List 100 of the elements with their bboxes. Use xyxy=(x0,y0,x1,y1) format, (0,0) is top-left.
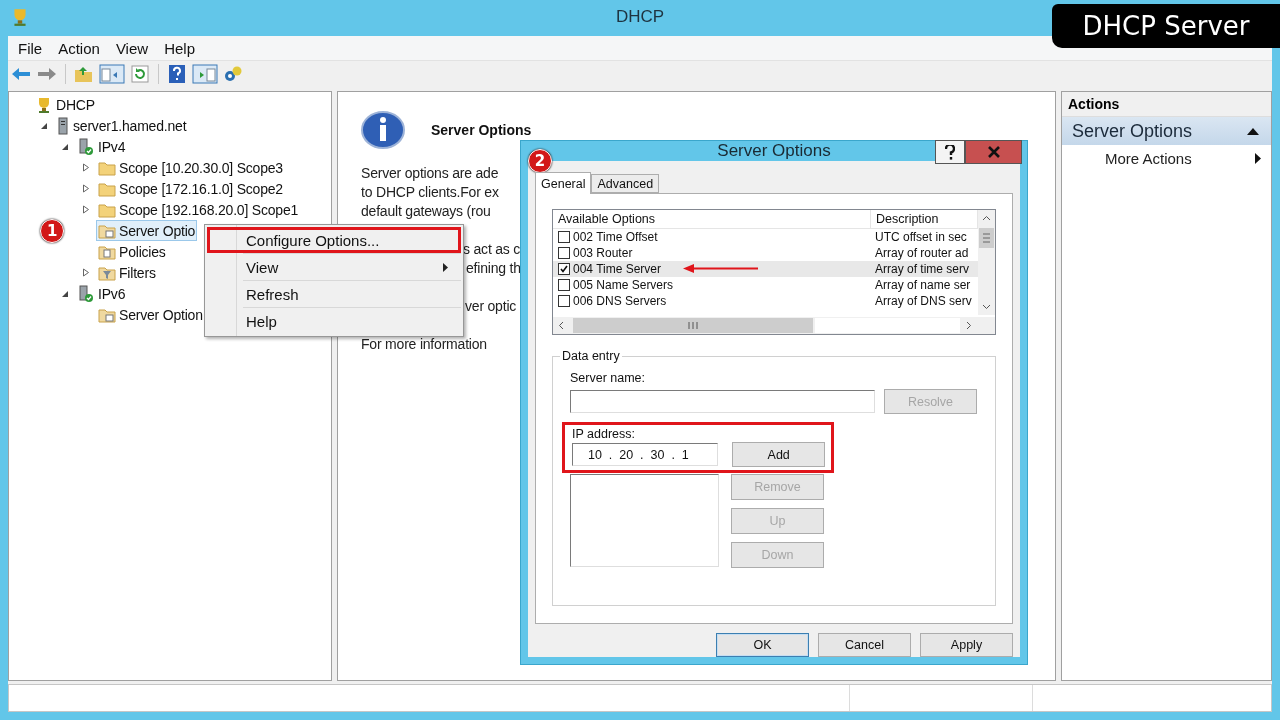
server-name-field[interactable] xyxy=(570,390,875,413)
list-row[interactable]: 002 Time Offset UTC offset in sec xyxy=(553,229,978,245)
option-description: Array of time serv xyxy=(875,262,970,276)
filter-folder-icon xyxy=(98,264,116,281)
refresh-icon[interactable] xyxy=(129,64,151,84)
dialog-button[interactable]: OK xyxy=(716,633,809,657)
actions-header: Actions xyxy=(1062,92,1271,117)
menu-item[interactable]: Action xyxy=(52,37,106,59)
options-folder-icon xyxy=(98,222,116,239)
folder-icon xyxy=(98,159,116,176)
list-row[interactable]: 006 DNS Servers Array of DNS serv xyxy=(553,293,978,309)
field-label: Server name: xyxy=(570,371,646,385)
checkbox[interactable] xyxy=(558,279,570,291)
action-item[interactable]: More Actions xyxy=(1062,145,1271,171)
collapsed-arrow-icon[interactable] xyxy=(82,268,90,277)
description-text: For more information xyxy=(361,335,487,354)
network-icon xyxy=(77,284,95,303)
checkbox[interactable] xyxy=(558,231,570,243)
tree-item[interactable]: DHCP xyxy=(33,94,97,115)
tree-item[interactable]: Scope [10.20.30.0] Scope3 xyxy=(96,157,285,178)
option-description: Array of name ser xyxy=(875,278,971,292)
action-pane-icon[interactable] xyxy=(192,64,218,84)
info-icon xyxy=(361,110,405,150)
option-name: 003 Router xyxy=(573,246,633,260)
submenu-arrow-icon xyxy=(1255,152,1261,164)
description-text: default gateways (rou xyxy=(361,202,491,221)
server-icon xyxy=(56,116,70,135)
list-row[interactable]: 005 Name Servers Array of name ser xyxy=(553,277,978,293)
context-menu-item[interactable]: View xyxy=(207,254,461,280)
info-title: Server Options xyxy=(431,122,532,138)
horizontal-scrollbar[interactable] xyxy=(553,317,978,334)
question-icon xyxy=(945,144,955,160)
column-header[interactable]: Available Options xyxy=(553,210,871,228)
dialog-button[interactable]: Apply xyxy=(920,633,1013,657)
description-text: to DHCP clients.For ex xyxy=(361,183,499,202)
menu-item[interactable]: Help xyxy=(158,37,201,59)
ip-address-field[interactable]: 10 . 20 . 30 . 1 xyxy=(572,443,719,466)
network-icon xyxy=(77,137,95,156)
submenu-arrow-icon xyxy=(443,262,448,272)
folder-up-icon[interactable] xyxy=(73,64,95,84)
description-text: s act as c xyxy=(463,240,521,259)
context-menu-item[interactable]: Refresh xyxy=(207,281,461,307)
options-folder-icon xyxy=(98,306,116,323)
option-name: 006 DNS Servers xyxy=(573,294,667,308)
tree-item[interactable]: Server Optio xyxy=(96,220,198,241)
help-button[interactable] xyxy=(935,140,965,164)
expanded-arrow-icon[interactable] xyxy=(61,142,69,151)
tree-item[interactable]: Filters xyxy=(96,262,158,283)
tree-item[interactable]: IPv6 xyxy=(75,283,128,304)
tree-pane-icon[interactable] xyxy=(99,64,125,84)
option-name: 004 Time Server xyxy=(573,262,662,276)
dialog-title: Server Options xyxy=(717,141,831,161)
tree-item[interactable]: Scope [172.16.1.0] Scope2 xyxy=(96,178,285,199)
dialog-button[interactable]: Cancel xyxy=(818,633,911,657)
option-description: UTC offset in sec xyxy=(875,230,967,244)
menu-item[interactable]: View xyxy=(109,37,155,59)
checkbox[interactable] xyxy=(558,263,570,275)
expanded-arrow-icon[interactable] xyxy=(40,121,48,130)
tree-item[interactable]: IPv4 xyxy=(75,136,128,157)
collapsed-arrow-icon[interactable] xyxy=(82,184,90,193)
collapsed-arrow-icon[interactable] xyxy=(82,163,90,172)
option-description: Array of DNS serv xyxy=(875,294,972,308)
tree-item[interactable]: Server Option xyxy=(96,304,205,325)
checkbox[interactable] xyxy=(558,295,570,307)
expanded-arrow-icon[interactable] xyxy=(61,289,69,298)
collapse-arrow-icon xyxy=(1247,127,1259,135)
tree-item[interactable]: server1.hamed.net xyxy=(54,115,189,136)
help-icon[interactable] xyxy=(166,64,188,84)
step-marker: 2 xyxy=(528,149,552,173)
context-menu-item[interactable]: Help xyxy=(207,308,461,334)
option-name: 002 Time Offset xyxy=(573,230,658,244)
add-button[interactable]: Add xyxy=(732,442,825,467)
folder-icon xyxy=(98,201,116,218)
description-text: Server options are ade xyxy=(361,164,499,183)
banner-title: DHCP Server xyxy=(1052,4,1280,48)
window-title: DHCP xyxy=(615,7,665,26)
tab[interactable]: Advanced xyxy=(591,174,660,193)
actions-section[interactable]: Server Options xyxy=(1062,117,1271,145)
field-label: IP address: xyxy=(572,427,635,441)
option-name: 005 Name Servers xyxy=(573,278,674,292)
tab[interactable]: General xyxy=(535,172,592,194)
scrollbar-corner xyxy=(978,317,995,334)
group-legend: Data entry xyxy=(560,349,622,363)
policy-folder-icon xyxy=(98,243,116,260)
list-row[interactable]: 003 Router Array of router ad xyxy=(553,245,978,261)
tree-item[interactable]: Scope [192.168.20.0] Scope1 xyxy=(96,199,301,220)
step-marker: 1 xyxy=(40,218,64,243)
tree-item[interactable]: Policies xyxy=(96,241,168,262)
list-row[interactable]: 004 Time Server Array of time serv xyxy=(553,261,978,277)
checkbox[interactable] xyxy=(558,247,570,259)
folder-icon xyxy=(98,180,116,197)
vertical-scrollbar[interactable] xyxy=(978,210,995,315)
context-menu-item[interactable]: Configure Options... xyxy=(207,227,461,253)
close-button[interactable] xyxy=(965,140,1022,164)
option-description: Array of router ad xyxy=(875,246,969,260)
description-text: efining th xyxy=(466,259,521,278)
collapsed-arrow-icon[interactable] xyxy=(82,205,90,214)
menu-item[interactable]: File xyxy=(12,37,49,59)
description-text: ver optic xyxy=(465,297,517,316)
close-icon xyxy=(987,146,1000,158)
